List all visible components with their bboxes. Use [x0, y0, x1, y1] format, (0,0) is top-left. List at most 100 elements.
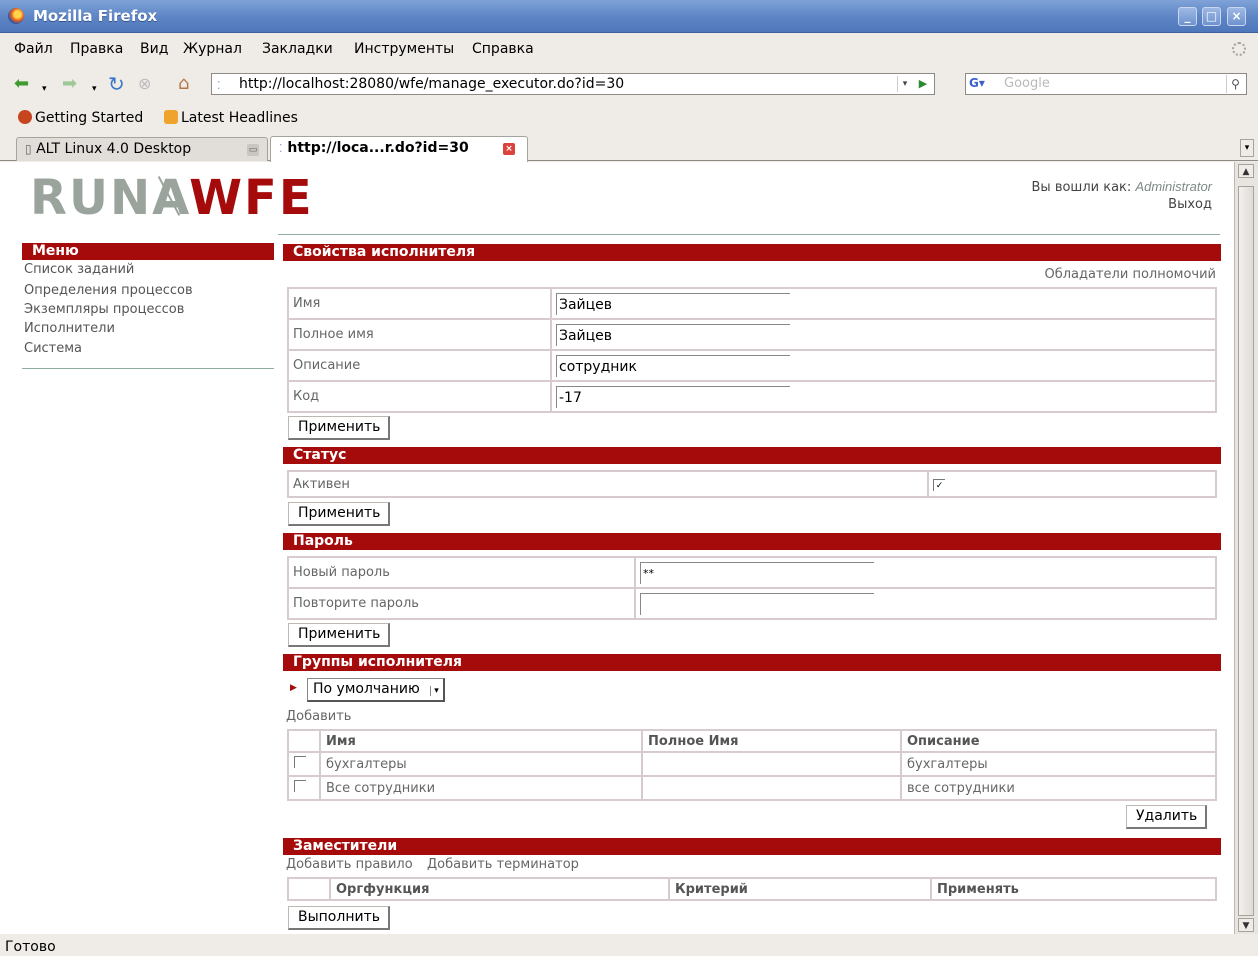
status-section-title: Статус [283, 447, 1221, 464]
permissions-link[interactable]: Обладатели полномочий [1045, 267, 1217, 282]
menu-history[interactable]: Журнал [183, 41, 242, 57]
home-icon[interactable]: ⌂ [178, 75, 189, 93]
firefox-icon [8, 8, 24, 24]
tab-list-dropdown-icon[interactable]: ▾ [1240, 139, 1254, 157]
window-titlebar: Mozilla Firefox _ □ × [0, 0, 1258, 33]
column-header-orgfunction: Оргфункция [329, 877, 670, 901]
tab-strip: ▯ ALT Linux 4.0 Desktop ▭ ⁚ http://loca.… [0, 134, 1258, 162]
apply-password-button[interactable]: Применить [288, 623, 391, 647]
vertical-scrollbar[interactable]: ▲ ▼ [1234, 162, 1258, 934]
menu-help[interactable]: Справка [472, 41, 534, 57]
group-full-name [641, 775, 902, 801]
new-password-input[interactable]: ** [640, 561, 874, 584]
description-input[interactable]: сотрудник [556, 354, 790, 377]
properties-section-title: Свойства исполнителя [283, 244, 1221, 261]
user-name: Administrator [1135, 179, 1212, 194]
bookmark-icon [18, 110, 32, 124]
loading-icon: ⁚ [279, 142, 283, 155]
table-row: Полное имя Зайцев [287, 318, 1217, 351]
search-icon[interactable]: ⚲ [1226, 75, 1244, 93]
repeat-password-input[interactable] [640, 592, 874, 615]
sidebar-item-system[interactable]: Система [22, 339, 274, 360]
back-icon[interactable]: ⬅ [14, 75, 29, 93]
table-row: Активен ✓ [287, 470, 1217, 498]
minimize-button[interactable]: _ [1178, 7, 1197, 26]
back-dropdown-icon[interactable]: ▾ [42, 80, 47, 98]
menu-edit[interactable]: Правка [70, 41, 123, 57]
forward-dropdown-icon[interactable]: ▾ [92, 80, 97, 98]
properties-table: Имя Зайцев Полное имя Зайцев Описание со… [287, 287, 1217, 413]
rss-icon [164, 110, 178, 124]
apply-properties-button[interactable]: Применить [288, 416, 391, 440]
sidebar-item-tasks[interactable]: Список заданий [22, 260, 274, 281]
apply-status-button[interactable]: Применить [288, 502, 391, 526]
bookmark-getting-started[interactable]: Getting Started [18, 110, 143, 126]
substitutes-table: Оргфункция Критерий Применять [287, 877, 1217, 901]
google-engine-icon[interactable]: G▾ [969, 76, 999, 92]
column-header-full-name: Полное Имя [641, 729, 902, 753]
menu-view[interactable]: Вид [140, 41, 168, 57]
name-input[interactable]: Зайцев [556, 292, 790, 315]
column-header-criterion: Критерий [668, 877, 932, 901]
table-row: Код -17 [287, 380, 1217, 413]
url-bar[interactable]: ⁚ http://localhost:28080/wfe/manage_exec… [211, 73, 935, 95]
sidebar-item-executors[interactable]: Исполнители [22, 319, 274, 340]
search-bar[interactable]: G▾ Google ⚲ [965, 73, 1247, 95]
bookmark-latest-headlines[interactable]: Latest Headlines [164, 110, 298, 126]
sidebar-item-process-definitions[interactable]: Определения процессов [22, 281, 274, 300]
add-rule-link[interactable]: Добавить правило [286, 857, 413, 872]
full-name-input[interactable]: Зайцев [556, 323, 790, 346]
delete-groups-button[interactable]: Удалить [1126, 805, 1208, 829]
logout-link[interactable]: Выход [1032, 196, 1212, 213]
throbber-icon [1232, 42, 1246, 56]
repeat-password-label: Повторите пароль [287, 587, 636, 620]
add-terminator-link[interactable]: Добавить терминатор [427, 857, 579, 872]
description-label: Описание [287, 349, 552, 382]
execute-button[interactable]: Выполнить [288, 906, 390, 930]
code-label: Код [287, 380, 552, 413]
active-checkbox[interactable]: ✓ [933, 478, 945, 491]
menu-bookmarks[interactable]: Закладки [262, 41, 333, 57]
group-description: бухгалтеры [900, 751, 1217, 777]
chevron-down-icon: ▾ [430, 686, 439, 696]
url-history-dropdown-icon[interactable]: ▾ [897, 76, 912, 92]
menu-file[interactable]: Файл [14, 41, 53, 57]
status-bar: Готово [5, 939, 56, 955]
scroll-up-icon[interactable]: ▲ [1238, 164, 1254, 178]
scrollbar-thumb[interactable] [1238, 186, 1254, 916]
column-header-apply: Применять [930, 877, 1217, 901]
stop-icon[interactable]: ⊗ [138, 75, 151, 93]
sidebar-title: Меню [22, 243, 274, 260]
tab-close-icon[interactable]: ▭ [247, 144, 259, 156]
maximize-button[interactable]: □ [1202, 7, 1221, 26]
go-icon[interactable]: ▶ [915, 76, 931, 92]
reload-icon[interactable]: ↻ [108, 74, 125, 94]
add-group-link[interactable]: Добавить [286, 709, 351, 724]
active-label: Активен [287, 470, 929, 498]
menu-tools[interactable]: Инструменты [354, 41, 454, 57]
group-filter-select[interactable]: По умолчанию ▾ [307, 678, 445, 702]
table-row: Новый пароль ** [287, 556, 1217, 589]
close-window-button[interactable]: × [1227, 7, 1246, 26]
group-full-name [641, 751, 902, 777]
new-password-label: Новый пароль [287, 556, 636, 589]
row-checkbox[interactable] [294, 756, 306, 768]
row-checkbox[interactable] [294, 780, 306, 792]
forward-icon[interactable]: ➡ [62, 75, 77, 93]
table-header-row: Оргфункция Критерий Применять [287, 877, 1217, 901]
full-name-label: Полное имя [287, 318, 552, 351]
code-input[interactable]: -17 [556, 385, 790, 408]
sidebar-item-process-instances[interactable]: Экземпляры процессов [22, 300, 274, 319]
column-header-name: Имя [319, 729, 643, 753]
tab-close-icon[interactable]: × [503, 143, 515, 155]
group-name: бухгалтеры [319, 751, 643, 777]
table-header-row: Имя Полное Имя Описание [287, 729, 1217, 753]
group-description: все сотрудники [900, 775, 1217, 801]
scroll-down-icon[interactable]: ▼ [1238, 918, 1254, 932]
expand-triangle-icon[interactable]: ▶ [290, 683, 297, 693]
header-divider [278, 234, 1220, 235]
menu-bar: Файл Правка Вид Журнал Закладки Инструме… [0, 34, 1258, 64]
groups-section-title: Группы исполнителя [283, 654, 1221, 671]
tab-current[interactable]: ⁚ http://loca...r.do?id=30 × [270, 136, 528, 162]
tab-alt-linux[interactable]: ▯ ALT Linux 4.0 Desktop ▭ [16, 137, 268, 161]
